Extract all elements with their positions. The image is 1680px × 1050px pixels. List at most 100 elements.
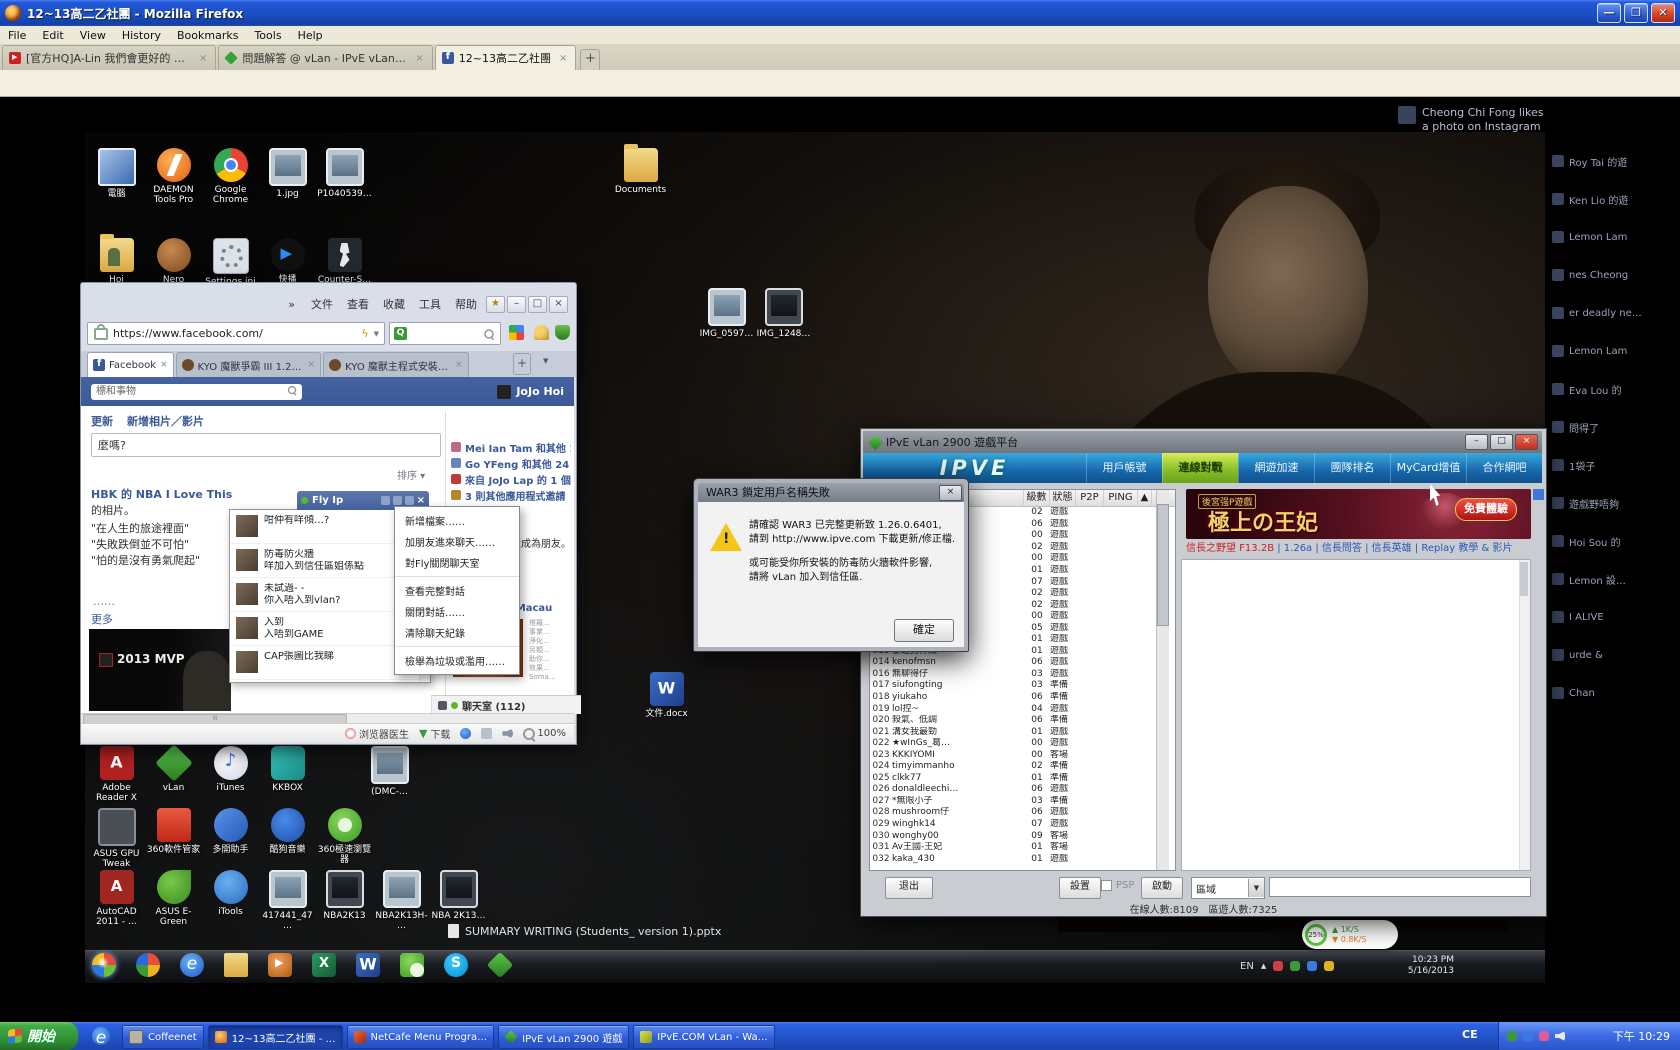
ad-corner-icon[interactable] (1533, 489, 1544, 500)
menu-item[interactable]: View (72, 27, 114, 44)
menu-item[interactable]: 帮助 (448, 294, 484, 314)
tray-expand-icon[interactable]: ▲ (1261, 962, 1266, 970)
ie-icon[interactable] (460, 728, 471, 739)
desktop-icon[interactable]: DAEMON Tools Pro (145, 148, 202, 205)
menu-option[interactable]: 新增檔案…… (395, 510, 519, 531)
chat-sidebar-item[interactable]: Lemon Lam (1552, 332, 1678, 370)
window-title-bar[interactable]: 12~13高二乙社團 - Mozilla Firefox — ❐ ✕ (0, 0, 1680, 26)
close-button[interactable]: × (1515, 434, 1538, 450)
attachment-link[interactable]: SUMMARY WRITING (Students_ version 1).pp… (448, 924, 721, 938)
password-key-icon[interactable] (534, 325, 549, 340)
chat-sidebar-item[interactable]: 問得了 (1552, 408, 1678, 446)
restore-button[interactable]: ❐ (1624, 3, 1648, 23)
exit-button[interactable]: 退出 (885, 877, 933, 899)
chat-sidebar-item[interactable]: Hoi Sou 的 (1552, 522, 1678, 560)
tray-icon[interactable] (1324, 961, 1334, 971)
desktop-icon[interactable]: NBA2K13 (316, 870, 373, 931)
sidebar-notification[interactable]: Go YFeng 和其他 24 人 (451, 455, 571, 471)
tab-add-photo[interactable]: 新增相片／影片 (127, 413, 204, 429)
browser-doctor-button[interactable]: 浏览器医生 (345, 726, 409, 741)
post-title-link[interactable]: HBK 的 NBA I Love This (91, 486, 301, 502)
inner-facebook-user[interactable]: JoJo Hoi (497, 385, 574, 399)
banner-ad[interactable]: 後宮强P遊戲 極上の王妃 免費體驗 (1186, 489, 1531, 539)
menu-item[interactable]: 查看 (340, 294, 376, 314)
tray-icon[interactable] (1273, 961, 1283, 971)
taskbar-app-icon[interactable] (400, 953, 424, 977)
ok-button[interactable]: 確定 (894, 619, 954, 642)
search-icon[interactable] (484, 329, 494, 339)
menu-option[interactable]: 對Fly關閉聊天室 (395, 552, 519, 573)
new-tab-button[interactable]: + (513, 353, 531, 375)
chat-close-icon[interactable]: × (417, 495, 425, 506)
menu-item[interactable]: History (114, 27, 169, 44)
add-friend-icon[interactable] (381, 496, 390, 505)
maximize-button[interactable]: □ (528, 296, 547, 313)
menu-item[interactable]: 收藏 (376, 294, 412, 314)
panel-scrollbar-thumb[interactable] (1520, 562, 1528, 596)
desktop-icon[interactable]: NBA 2K13… (430, 870, 487, 931)
vlan-tab[interactable]: 用戶帳號 (1086, 453, 1162, 483)
menu-item[interactable]: 文件 (304, 294, 340, 314)
column-header[interactable]: PING (1104, 490, 1138, 506)
panel-icon[interactable] (481, 728, 492, 739)
sidebar-notification[interactable]: 3 則其他應用程式邀請 (451, 487, 571, 503)
player-row[interactable]: 018 yiukaho 06 準備 (870, 692, 1175, 704)
player-row[interactable]: 022 ★wInGs_葛… 00 遊戲 (870, 738, 1175, 750)
column-header[interactable]: P2P (1076, 490, 1104, 506)
vlan-tab[interactable]: 團隊排名 (1314, 453, 1390, 483)
menu-item[interactable]: File (0, 27, 34, 44)
inner-tab[interactable]: KYO 魔獸主程式安裝檔… × (323, 352, 469, 377)
tray-icon[interactable] (1307, 961, 1317, 971)
player-row[interactable]: 029 winghk14 07 遊戲 (870, 819, 1175, 831)
chat-sidebar-item[interactable]: 1袋子 (1552, 446, 1678, 484)
apps-grid-icon[interactable] (509, 325, 524, 340)
menu-item[interactable]: Bookmarks (169, 27, 246, 44)
close-button[interactable]: × (549, 296, 568, 313)
browser-tab[interactable]: 問題解答 @ vLan - IPvE vLan 遊戲平… × (218, 45, 432, 70)
security-shield-icon[interactable] (555, 325, 570, 340)
desktop-icon[interactable]: 多開助手 (202, 808, 259, 869)
desktop-icon[interactable]: NBA2K13H-… (373, 870, 430, 931)
tray-shield-icon[interactable] (1507, 1031, 1517, 1041)
speaker-icon[interactable] (502, 728, 513, 739)
player-row[interactable]: 021 溝女我最勁 01 遊戲 (870, 726, 1175, 738)
player-row[interactable]: 031 Av王國-王妃 01 客場 (870, 842, 1175, 854)
player-row[interactable]: 032 kaka_430 01 遊戲 (870, 853, 1175, 865)
desktop-icon[interactable]: iTools (202, 870, 259, 931)
column-header[interactable]: ▲ (1138, 490, 1152, 506)
sort-dropdown[interactable]: 排序 ▾ (397, 467, 425, 482)
inner-facebook-search[interactable]: 標和事物 (91, 384, 302, 400)
desktop-icon[interactable]: Google Chrome (202, 148, 259, 205)
inner-search-bar[interactable]: Q (389, 322, 501, 345)
desktop-icon[interactable]: (DMC-… (361, 746, 418, 803)
see-more-link[interactable]: 更多 (91, 611, 113, 627)
chat-sidebar-item[interactable]: Lemon 設… (1552, 560, 1678, 598)
minimize-button[interactable]: – (507, 296, 526, 313)
table-scrollbar-thumb[interactable] (1157, 504, 1169, 626)
tray-icon[interactable] (1523, 1031, 1533, 1041)
taskbar-app-icon[interactable] (136, 953, 160, 977)
nobunaga-link[interactable]: 信長之野望 F13.2B (1186, 543, 1274, 554)
player-row[interactable]: 027 *無限小子 03 準備 (870, 796, 1175, 808)
chat-sidebar-item[interactable]: Roy Tai 的遊 (1552, 142, 1678, 180)
desktop-icon[interactable]: Documents (612, 148, 669, 195)
taskbar-app-icon[interactable] (356, 953, 380, 977)
column-header[interactable]: 級數 (1024, 490, 1050, 506)
player-row[interactable]: 020 殺氣、低調 06 準備 (870, 715, 1175, 727)
tab-close-icon[interactable]: × (413, 53, 425, 64)
dialog-title-bar[interactable]: WAR3 鎖定用戶名稱失敗 (698, 483, 964, 502)
zoom-control[interactable]: 100% (523, 728, 566, 740)
desktop-icon[interactable]: IMG_0597… (698, 288, 755, 339)
status-composer-input[interactable]: 麼嗎? (91, 433, 441, 457)
minimize-button[interactable]: — (1597, 3, 1621, 23)
desktop-icon[interactable]: IMG_1248… (755, 288, 812, 339)
vlan-tab[interactable]: 連線對戰 (1162, 453, 1238, 483)
vlan-tab[interactable]: MyCard增值 (1390, 453, 1466, 483)
bookmark-star-icon[interactable]: ★ (486, 296, 505, 313)
player-row[interactable]: 025 clkk77 01 準備 (870, 773, 1175, 785)
quickshare-icon[interactable]: ϟ (361, 327, 368, 340)
minimize-button[interactable]: – (1465, 434, 1488, 450)
taskbar-app-icon[interactable] (487, 952, 513, 978)
menu-option[interactable]: 加朋友進來聊天…… (395, 531, 519, 552)
sidebar-notification[interactable]: 來自 JoJo Lap 的 1 個… (451, 471, 571, 487)
